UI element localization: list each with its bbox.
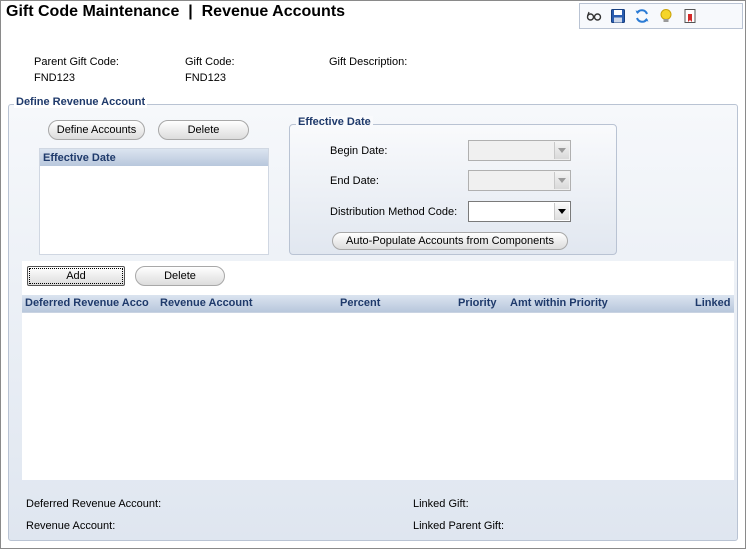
delete-effective-button[interactable]: Delete <box>158 120 249 140</box>
define-accounts-button[interactable]: Define Accounts <box>48 120 145 140</box>
distribution-method-label: Distribution Method Code: <box>330 206 458 218</box>
delete-account-button[interactable]: Delete <box>135 266 225 286</box>
revenue-account-label: Revenue Account: <box>26 520 116 532</box>
effective-date-group-title: Effective Date <box>296 116 373 128</box>
effective-date-header: Effective Date <box>40 149 268 166</box>
parent-gift-code-label: Parent Gift Code: <box>34 56 119 68</box>
distribution-method-select[interactable] <box>468 201 571 222</box>
linked-gift-label: Linked Gift: <box>413 498 469 510</box>
toolbar <box>579 3 743 29</box>
linked-parent-gift-label: Linked Parent Gift: <box>413 520 505 532</box>
refresh-icon[interactable] <box>632 6 652 26</box>
save-icon[interactable] <box>608 6 628 26</box>
gift-description-label: Gift Description: <box>329 56 408 68</box>
define-revenue-title: Define Revenue Account <box>14 96 148 108</box>
add-account-button[interactable]: Add <box>27 266 125 286</box>
column-header[interactable]: Amt within Priority <box>510 297 608 309</box>
effective-date-list[interactable]: Effective Date <box>39 148 269 255</box>
accounts-grid[interactable] <box>22 312 734 480</box>
column-header[interactable]: Deferred Revenue Acco <box>25 297 149 309</box>
begin-date-label: Begin Date: <box>330 145 388 157</box>
bookmark-icon[interactable] <box>680 6 700 26</box>
effective-date-header-label: Effective Date <box>43 151 116 164</box>
gift-code-label: Gift Code: <box>185 56 235 68</box>
glasses-icon[interactable] <box>584 6 604 26</box>
column-header[interactable]: Revenue Account <box>160 297 253 309</box>
parent-gift-code-value: FND123 <box>34 72 75 84</box>
lightbulb-icon[interactable] <box>656 6 676 26</box>
window: Gift Code Maintenance | Revenue Accounts… <box>0 0 746 549</box>
chevron-down-icon[interactable] <box>554 203 569 220</box>
chevron-down-icon[interactable] <box>554 142 569 159</box>
gift-code-value: FND123 <box>185 72 226 84</box>
column-header[interactable]: Linked <box>695 297 730 309</box>
begin-date-field[interactable] <box>468 140 571 161</box>
end-date-label: End Date: <box>330 175 379 187</box>
column-header[interactable]: Priority <box>458 297 497 309</box>
auto-populate-button[interactable]: Auto-Populate Accounts from Components <box>332 232 568 250</box>
accounts-grid-header: Deferred Revenue Acco Revenue Account Pe… <box>22 295 734 312</box>
page-title: Gift Code Maintenance | Revenue Accounts <box>6 3 346 20</box>
column-header[interactable]: Percent <box>340 297 380 309</box>
deferred-revenue-account-label: Deferred Revenue Account: <box>26 498 162 510</box>
accounts-area: Add Delete Deferred Revenue Acco Revenue… <box>22 261 734 480</box>
chevron-down-icon[interactable] <box>554 172 569 189</box>
end-date-field[interactable] <box>468 170 571 191</box>
